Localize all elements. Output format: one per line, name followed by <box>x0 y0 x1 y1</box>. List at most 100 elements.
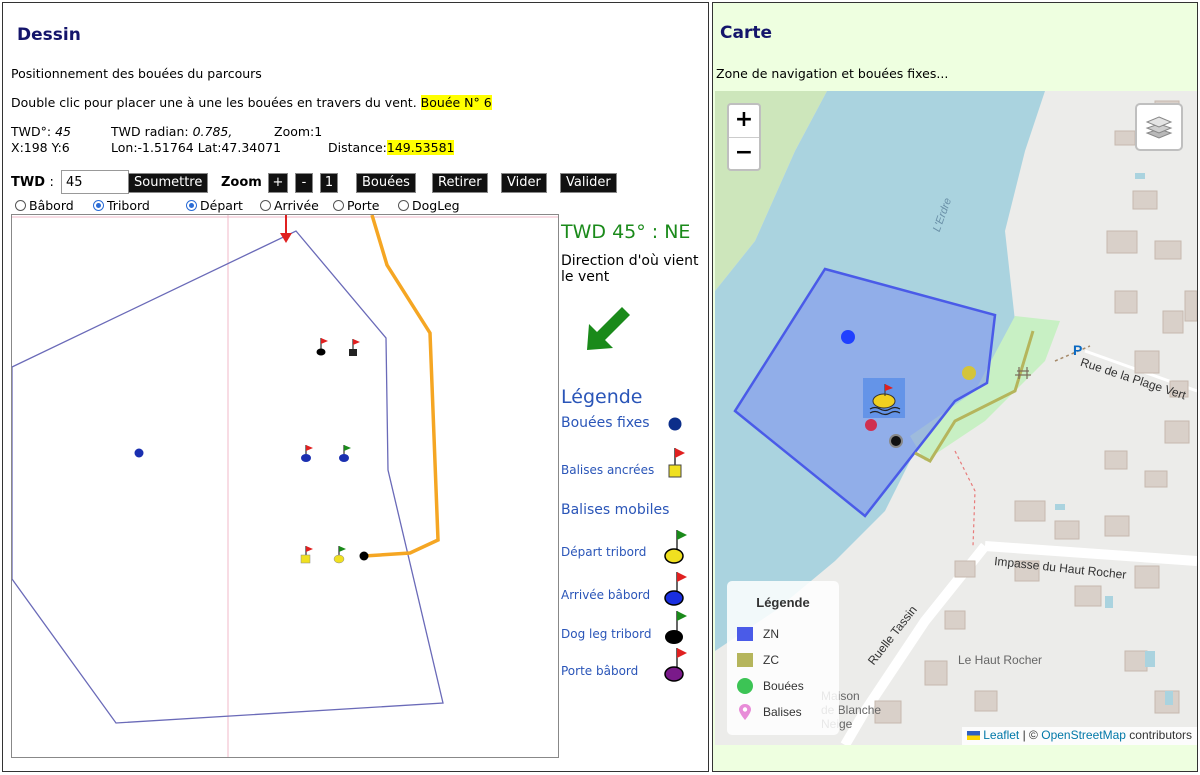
legend-row-bouees: Bouées <box>737 678 804 694</box>
drawing-canvas[interactable] <box>11 214 559 758</box>
map-zoom-out-button[interactable]: − <box>729 137 759 169</box>
submit-button[interactable]: Soumettre <box>128 173 209 193</box>
map-attribution: Leaflet | © OpenStreetMap contributors <box>961 727 1197 745</box>
distance-readout: Distance:149.53581 <box>328 140 455 155</box>
radio-dot <box>398 200 409 211</box>
anchored-mark[interactable] <box>339 445 351 462</box>
dogleg-mark-icon <box>665 611 687 644</box>
legend-label: ZN <box>763 627 779 641</box>
map-panel: Carte Zone de navigation et bouées fixes… <box>712 2 1198 772</box>
bouees-swatch <box>737 678 753 694</box>
radio-dot <box>186 200 197 211</box>
radio-depart[interactable]: Départ <box>186 198 243 213</box>
map-buoy-red[interactable] <box>865 419 877 431</box>
leaflet-link[interactable]: Leaflet <box>983 728 1019 742</box>
radio-dot <box>333 200 344 211</box>
distance-label: Distance: <box>328 140 387 155</box>
anchored-mark[interactable] <box>316 338 329 356</box>
attribution-contributors: contributors <box>1129 728 1192 742</box>
twd-degree-label: TWD°: <box>11 124 52 139</box>
panel-title: Dessin <box>17 25 81 45</box>
drawing-instruction: Double clic pour placer une à une les bo… <box>11 95 492 110</box>
twd-field-label: TWD : <box>11 175 54 190</box>
course-drawing <box>12 215 558 757</box>
lonlat-readout: Lon:-1.51764 Lat:47.34071 <box>111 140 282 155</box>
anchored-mark[interactable] <box>349 339 360 356</box>
start-mark[interactable] <box>333 546 346 564</box>
layers-icon <box>1145 116 1173 139</box>
map-view[interactable]: P L'Erdre Rue de la Plage Vert Impasse d… <box>715 91 1197 745</box>
wind-arrow-marker <box>280 215 292 243</box>
remove-button[interactable]: Retirer <box>432 173 488 193</box>
legend-finish-port: Arrivée bâbord <box>561 588 651 602</box>
twd-degree-readout: TWD°: 45 <box>11 124 71 139</box>
map-legend: Légende ZN ZC Bouées Balises <box>727 581 839 735</box>
zoom-reset-button[interactable]: 1 <box>320 173 338 193</box>
twd-input[interactable] <box>61 170 129 194</box>
place-label: Le Haut Rocher <box>958 653 1043 667</box>
map-buoy-blue[interactable] <box>841 330 855 344</box>
radio-babord[interactable]: Bâbord <box>15 198 74 213</box>
legend-label: ZC <box>763 653 779 667</box>
instruction-text: Double clic pour placer une à une les bo… <box>11 95 417 110</box>
twd-degree-value: 45 <box>55 124 71 139</box>
legend-anchored-marks: Balises ancrées <box>561 463 655 477</box>
drawing-subtitle: Positionnement des bouées du parcours <box>11 66 262 81</box>
finish-mark-icon <box>664 572 687 606</box>
zoom-out-button[interactable]: - <box>295 173 313 193</box>
wind-direction-arrow-icon <box>587 307 630 350</box>
radio-dot <box>260 200 271 211</box>
zc-swatch <box>737 653 753 667</box>
map-legend-title: Légende <box>756 595 810 610</box>
legend-dogleg-starboard: Dog leg tribord <box>561 627 652 641</box>
gate-mark-icon <box>664 648 687 682</box>
legend-start-starboard: Départ tribord <box>561 545 647 559</box>
distance-value: 149.53581 <box>386 140 455 155</box>
legend-label: Balises <box>763 705 802 719</box>
start-mark[interactable] <box>300 546 313 564</box>
mark-type-radios: Bâbord Tribord Départ Arrivée Porte DogL… <box>15 198 515 214</box>
anchored-mark-icon <box>668 448 685 478</box>
radio-dogleg[interactable]: DogLeg <box>398 198 460 213</box>
buoy-marker-icon[interactable] <box>863 378 905 418</box>
legend-mobile-marks: Balises mobiles <box>561 502 670 518</box>
zoom-readout: Zoom:1 <box>274 124 323 139</box>
map-buoy-yellow[interactable] <box>962 366 976 380</box>
attribution-separator: | © <box>1022 728 1038 742</box>
radio-tribord[interactable]: Tribord <box>93 198 150 213</box>
zoom-in-button[interactable]: + <box>268 173 288 193</box>
radio-label: Arrivée <box>274 198 319 213</box>
map-subtitle: Zone de navigation et bouées fixes... <box>716 66 949 81</box>
fixed-buoy-icon <box>668 417 682 431</box>
radio-label: DogLeg <box>412 198 460 213</box>
map-zoom-control: + − <box>727 103 761 171</box>
legend-label: Bouées <box>763 679 804 693</box>
drawing-panel: Dessin Positionnement des bouées du parc… <box>2 2 709 772</box>
twd-radian-label: TWD radian: <box>111 124 189 139</box>
legend-fixed-buoys: Bouées fixes <box>561 415 650 431</box>
course-endpoint[interactable] <box>359 551 369 561</box>
anchored-mark[interactable] <box>301 445 313 462</box>
radio-label: Porte <box>347 198 380 213</box>
osm-link[interactable]: OpenStreetMap <box>1041 728 1126 742</box>
panel-title: Carte <box>720 23 772 43</box>
twd-description: Direction d'où vient le vent <box>561 253 699 285</box>
clear-button[interactable]: Vider <box>501 173 547 193</box>
twd-heading: TWD 45° : NE <box>561 221 691 243</box>
buoys-button[interactable]: Bouées <box>356 173 416 193</box>
legend-row-zc: ZC <box>737 653 779 667</box>
legend-title: Légende <box>561 386 643 408</box>
radio-dot <box>93 200 104 211</box>
fixed-buoy[interactable] <box>134 448 144 458</box>
drawing-toolbar: TWD : Soumettre Zoom + - 1 Bouées Retire… <box>11 170 701 196</box>
radio-arrivee[interactable]: Arrivée <box>260 198 319 213</box>
orange-course-line <box>363 215 440 558</box>
zn-swatch <box>737 627 753 641</box>
layers-button[interactable] <box>1135 103 1183 151</box>
legend-row-zn: ZN <box>737 627 779 641</box>
map-buoy-black[interactable] <box>889 434 903 448</box>
validate-button[interactable]: Valider <box>560 173 617 193</box>
map-zoom-in-button[interactable]: + <box>729 105 759 137</box>
radio-label: Départ <box>200 198 243 213</box>
radio-porte[interactable]: Porte <box>333 198 379 213</box>
